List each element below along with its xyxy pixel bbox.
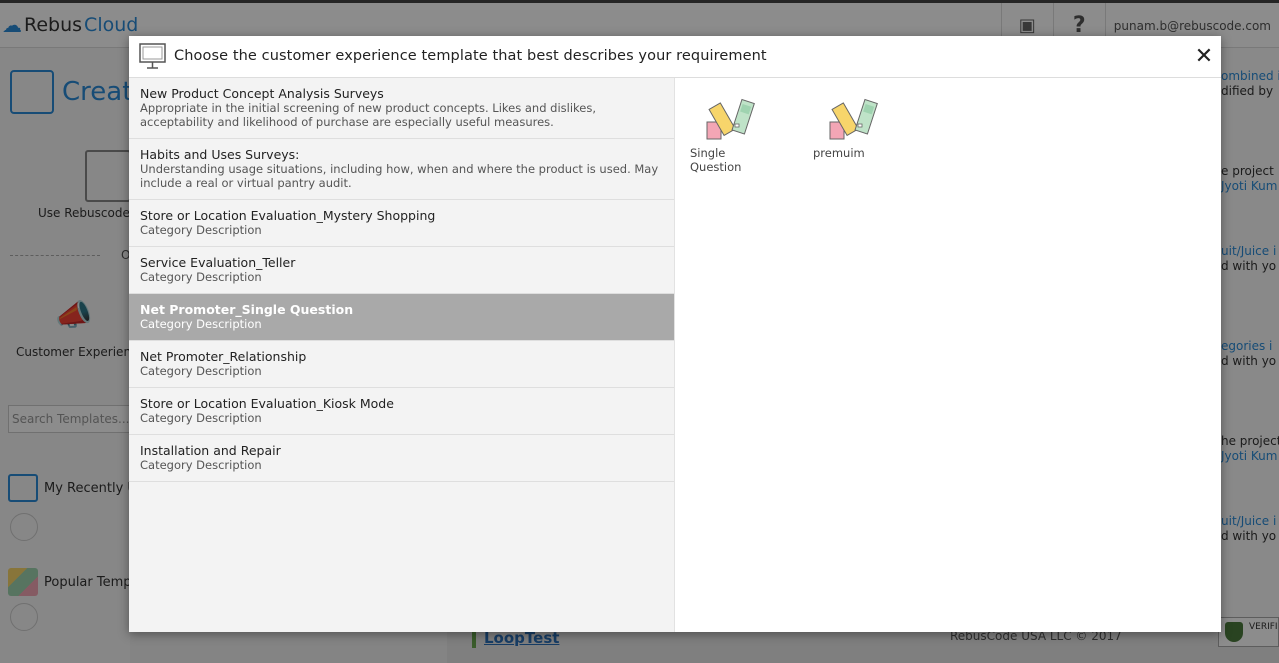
category-item[interactable]: Store or Location Evaluation_Kiosk Mode C… [129,388,674,435]
presentation-board-icon [139,43,166,69]
category-description: Category Description [140,270,262,284]
swatch-icon [813,98,893,142]
category-title: Service Evaluation_Teller [140,255,296,270]
category-item[interactable]: Service Evaluation_Teller Category Descri… [129,247,674,294]
category-description: Category Description [140,411,262,425]
modal-header: Choose the customer experience template … [129,36,1221,78]
template-card[interactable]: premuim [813,98,893,160]
category-item[interactable]: Net Promoter_Relationship Category Descri… [129,341,674,388]
template-chooser-modal: Choose the customer experience template … [129,36,1221,632]
category-description: Category Description [140,364,262,378]
template-label: Single Question [690,146,742,174]
template-label: premuim [813,146,865,160]
category-item[interactable]: Store or Location Evaluation_Mystery Sho… [129,200,674,247]
modal-title: Choose the customer experience template … [174,48,767,64]
category-item[interactable]: Installation and Repair Category Descript… [129,435,674,482]
category-description: Understanding usage situations, includin… [140,162,659,190]
category-item[interactable]: New Product Concept Analysis Surveys Appr… [129,78,674,139]
swatch-icon [690,98,770,142]
category-description: Appropriate in the initial screening of … [140,101,597,129]
category-title: New Product Concept Analysis Surveys [140,86,384,101]
category-title: Net Promoter_Single Question [140,302,354,317]
category-item[interactable]: Habits and Uses Surveys: Understanding us… [129,139,674,200]
category-title: Installation and Repair [140,443,281,458]
category-description: Category Description [140,223,262,237]
category-title: Store or Location Evaluation_Kiosk Mode [140,396,394,411]
category-list: New Product Concept Analysis Surveys Appr… [129,78,675,632]
template-gallery: Single Question premuim [675,78,1221,632]
close-icon[interactable]: ✕ [1193,46,1215,68]
category-title: Habits and Uses Surveys: [140,147,300,162]
template-card[interactable]: Single Question [690,98,770,174]
category-title: Store or Location Evaluation_Mystery Sho… [140,208,436,223]
category-item[interactable]: Net Promoter_Single Question Category Des… [129,294,674,341]
category-description: Category Description [140,458,262,472]
category-description: Category Description [140,317,262,331]
category-title: Net Promoter_Relationship [140,349,307,364]
